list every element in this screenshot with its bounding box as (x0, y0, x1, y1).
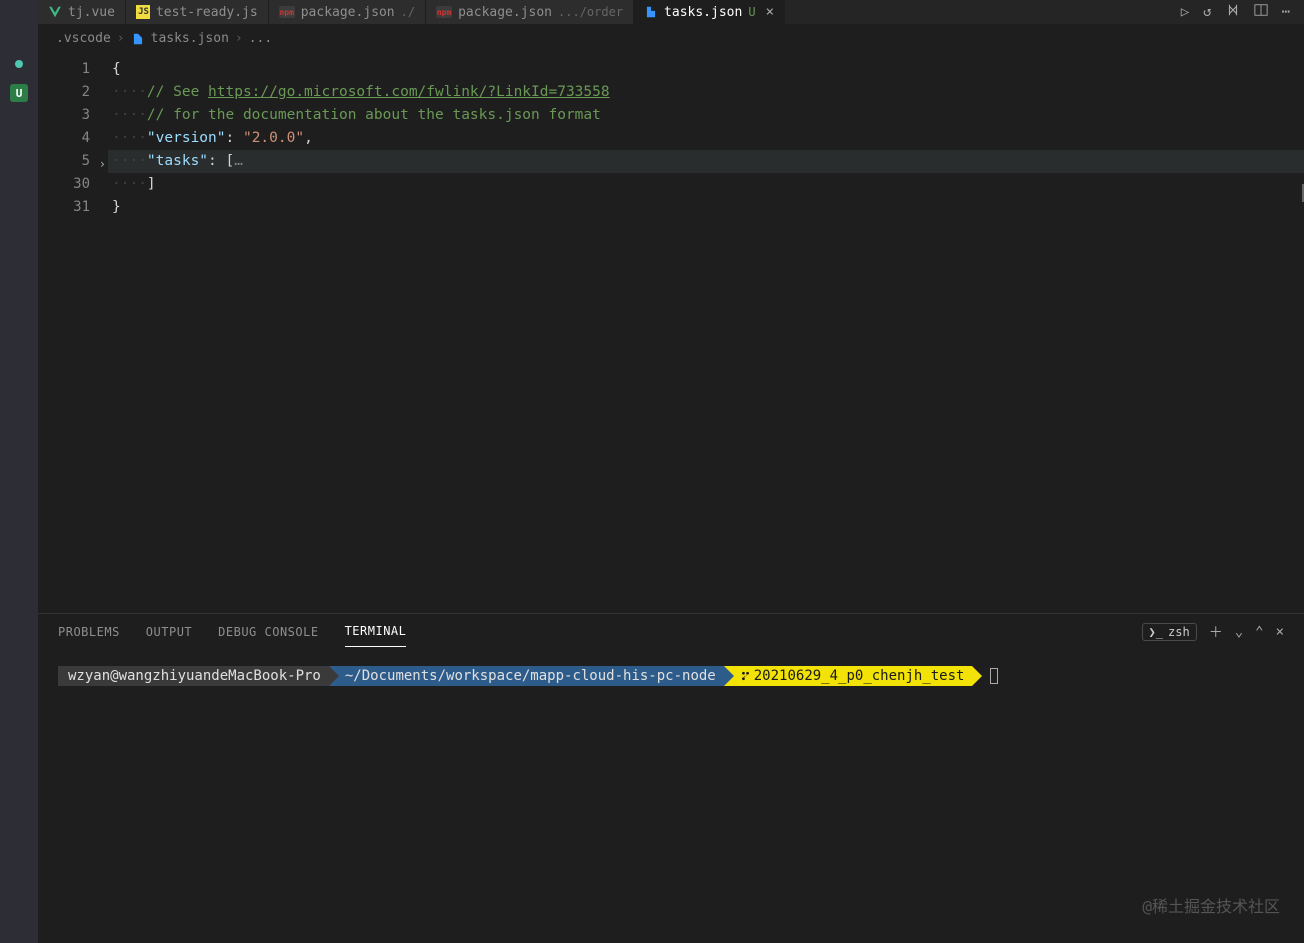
panel-tab-bar: PROBLEMS OUTPUT DEBUG CONSOLE TERMINAL ❯… (38, 614, 1304, 649)
tab-tj-vue[interactable]: tj.vue (38, 0, 126, 24)
panel-tab-problems[interactable]: PROBLEMS (58, 617, 120, 647)
terminal-shell-icon: ❯_ (1149, 625, 1163, 639)
js-icon: JS (136, 5, 150, 19)
code-line[interactable]: { (108, 58, 1304, 81)
chevron-up-icon[interactable]: ⌃ (1255, 624, 1263, 640)
git-status-badge[interactable]: U (10, 84, 28, 102)
tab-label: tasks.json (664, 5, 742, 20)
tab-package-root[interactable]: npm package.json ./ (269, 0, 426, 24)
tab-label: tj.vue (68, 5, 115, 20)
chevron-right-icon: › (235, 31, 243, 46)
line-number: 1 (38, 58, 90, 81)
tab-package-order[interactable]: npm package.json .../order (426, 0, 634, 24)
code-line[interactable]: ····// See https://go.microsoft.com/fwli… (108, 81, 1304, 104)
code-line-current[interactable]: ····"tasks": [… (108, 150, 1304, 173)
panel-tab-terminal[interactable]: TERMINAL (345, 616, 407, 647)
line-number: 30 (38, 173, 90, 196)
chevron-right-icon: › (117, 31, 125, 46)
tab-tasks-json[interactable]: tasks.json U × (634, 0, 785, 24)
chevron-down-icon[interactable]: ⌄ (1235, 624, 1243, 640)
split-editor-icon[interactable] (1254, 3, 1268, 21)
tab-label: test-ready.js (156, 5, 258, 20)
tab-label: package.json (458, 5, 552, 20)
bottom-panel: PROBLEMS OUTPUT DEBUG CONSOLE TERMINAL ❯… (38, 613, 1304, 943)
line-number: 5› (38, 150, 90, 173)
tab-path: .../order (558, 5, 623, 19)
editor[interactable]: 1 2 3 4 5› 30 31 { ····// See https://go… (38, 54, 1304, 613)
panel-tab-debug-console[interactable]: DEBUG CONSOLE (218, 617, 318, 647)
run-icon[interactable]: ▷ (1181, 4, 1189, 20)
new-terminal-icon[interactable]: ＋ (1209, 622, 1223, 642)
code-line[interactable]: } (108, 196, 1304, 219)
tab-status: U (748, 5, 755, 19)
line-gutter: 1 2 3 4 5› 30 31 (38, 54, 108, 613)
breadcrumb-trail[interactable]: ... (249, 31, 272, 46)
tab-test-ready[interactable]: JS test-ready.js (126, 0, 269, 24)
panel-tab-output[interactable]: OUTPUT (146, 617, 192, 647)
code-line[interactable]: ····"version": "2.0.0", (108, 127, 1304, 150)
editor-tab-bar: tj.vue JS test-ready.js npm package.json… (38, 0, 1304, 24)
history-icon[interactable]: ↺ (1203, 4, 1211, 20)
panel-actions: ❯_ zsh ＋ ⌄ ⌃ × (1142, 622, 1284, 642)
json-icon (131, 32, 145, 46)
breadcrumb-file[interactable]: tasks.json (151, 31, 229, 46)
vue-icon (48, 5, 62, 19)
prompt-user: wzyan@wangzhiyuandeMacBook-Pro (58, 666, 329, 686)
code-area[interactable]: { ····// See https://go.microsoft.com/fw… (108, 54, 1304, 613)
prompt-path: ~/Documents/workspace/mapp-cloud-his-pc-… (329, 666, 724, 686)
code-line[interactable]: ····// for the documentation about the t… (108, 104, 1304, 127)
line-number: 2 (38, 81, 90, 104)
main-area: tj.vue JS test-ready.js npm package.json… (38, 0, 1304, 943)
npm-icon: npm (436, 6, 452, 18)
shell-selector[interactable]: ❯_ zsh (1142, 623, 1197, 641)
code-line[interactable]: ····] (108, 173, 1304, 196)
breadcrumb-folder[interactable]: .vscode (56, 31, 111, 46)
close-icon[interactable]: × (766, 4, 774, 20)
breadcrumb[interactable]: .vscode › tasks.json › ... (38, 24, 1304, 54)
tab-path: ./ (401, 5, 415, 19)
json-icon (644, 5, 658, 19)
tab-actions: ▷ ↺ ⋯ (1181, 0, 1304, 24)
npm-icon: npm (279, 6, 295, 18)
line-number: 31 (38, 196, 90, 219)
terminal-prompt[interactable]: wzyan@wangzhiyuandeMacBook-Pro ~/Documen… (58, 665, 1284, 687)
more-actions-icon[interactable]: ⋯ (1282, 4, 1290, 20)
line-number: 3 (38, 104, 90, 127)
line-number: 4 (38, 127, 90, 150)
terminal-view[interactable]: wzyan@wangzhiyuandeMacBook-Pro ~/Documen… (38, 649, 1304, 943)
compare-icon[interactable] (1226, 3, 1240, 21)
close-panel-icon[interactable]: × (1276, 624, 1284, 640)
activity-bar: U (0, 0, 38, 943)
fold-chevron-icon[interactable]: › (99, 153, 106, 176)
terminal-cursor (990, 668, 998, 684)
tab-label: package.json (301, 5, 395, 20)
status-dot-icon (15, 60, 23, 68)
shell-name: zsh (1168, 625, 1190, 639)
prompt-branch: 20210629_4_p0_chenjh_test (724, 666, 973, 686)
